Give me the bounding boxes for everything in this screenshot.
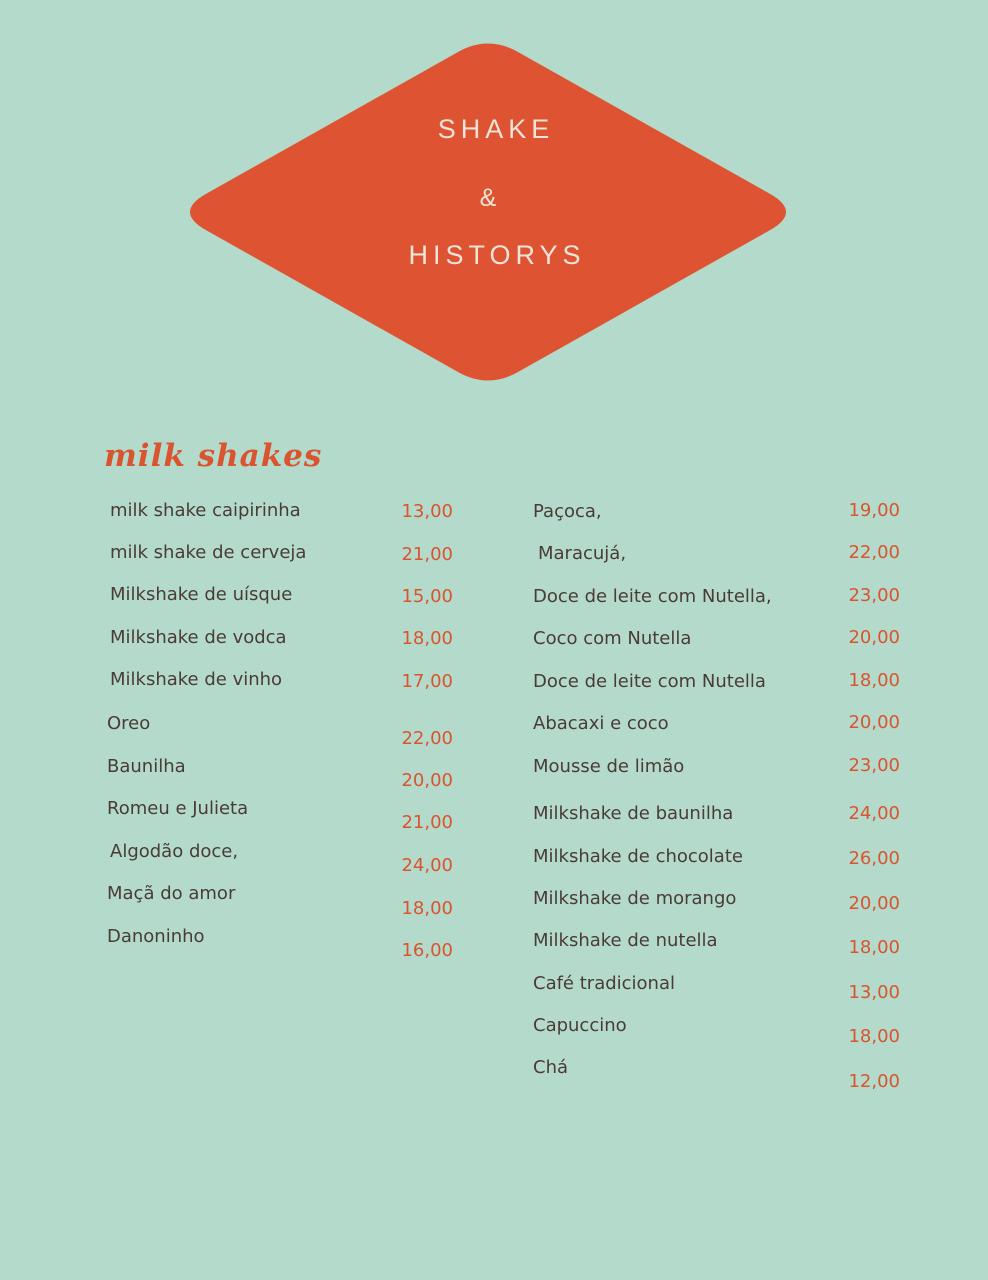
right-item-name: Café tradicional: [533, 973, 675, 994]
right-item-price: 20,00: [848, 627, 900, 648]
left-item-name: Milkshake de vinho: [110, 669, 283, 690]
left-item-price: 18,00: [401, 898, 453, 919]
left-item-name: Baunilha: [107, 756, 186, 777]
right-item-name: Milkshake de baunilha: [533, 803, 734, 824]
right-item-price: 22,00: [848, 542, 900, 563]
left-item-price: 21,00: [401, 544, 453, 565]
right-item-name: Coco com Nutella: [533, 628, 692, 649]
left-item-name: Oreo: [107, 713, 151, 734]
right-item-name: Chá: [533, 1057, 569, 1078]
right-item-price: 18,00: [848, 670, 900, 691]
left-item-price: 13,00: [401, 501, 453, 522]
left-item-price: 17,00: [401, 671, 453, 692]
left-item-price: 15,00: [401, 586, 453, 607]
right-item-name: Milkshake de morango: [533, 888, 737, 909]
logo-title-shake: SHAKE: [437, 114, 555, 144]
left-item-name: Algodão doce,: [110, 841, 239, 862]
right-item-price: 12,00: [848, 1071, 900, 1092]
right-item-price: 23,00: [848, 585, 900, 606]
right-item-name: Capuccino: [533, 1015, 627, 1036]
right-item-price: 13,00: [848, 982, 900, 1003]
left-item-price: 22,00: [401, 728, 453, 749]
left-item-name: Milkshake de uísque: [110, 584, 293, 605]
right-item-price: 20,00: [848, 712, 900, 733]
right-item-name: Doce de leite com Nutella: [533, 671, 766, 692]
left-item-name: milk shake caipirinha: [110, 500, 301, 521]
right-item-name: Paçoca,: [533, 501, 602, 522]
right-item-name: Milkshake de nutella: [533, 930, 718, 951]
section-title: milk shakes: [104, 438, 323, 474]
left-item-name: Danoninho: [107, 926, 205, 947]
right-item-name: Mousse de limão: [533, 756, 685, 777]
right-item-price: 18,00: [848, 937, 900, 958]
left-item-price: 20,00: [401, 770, 453, 791]
logo-ampersand: &: [479, 184, 497, 212]
right-item-name: Maracujá,: [538, 543, 627, 564]
right-item-price: 23,00: [848, 755, 900, 776]
left-item-name: Milkshake de vodca: [110, 627, 287, 648]
right-item-price: 19,00: [848, 500, 900, 521]
right-item-name: Milkshake de chocolate: [533, 846, 743, 867]
right-item-price: 18,00: [848, 1026, 900, 1047]
left-item-price: 16,00: [401, 940, 453, 961]
left-item-price: 18,00: [401, 628, 453, 649]
left-item-name: Maçã do amor: [107, 883, 236, 904]
left-item-price: 21,00: [401, 812, 453, 833]
left-item-name: milk shake de cerveja: [110, 542, 307, 563]
logo-title-historys: HISTORYS: [408, 240, 586, 270]
left-item-name: Romeu e Julieta: [107, 798, 249, 819]
right-item-price: 26,00: [848, 848, 900, 869]
right-item-price: 24,00: [848, 803, 900, 824]
right-item-price: 20,00: [848, 893, 900, 914]
left-item-price: 24,00: [401, 855, 453, 876]
right-item-name: Abacaxi e coco: [533, 713, 669, 734]
right-item-name: Doce de leite com Nutella,: [533, 586, 772, 607]
